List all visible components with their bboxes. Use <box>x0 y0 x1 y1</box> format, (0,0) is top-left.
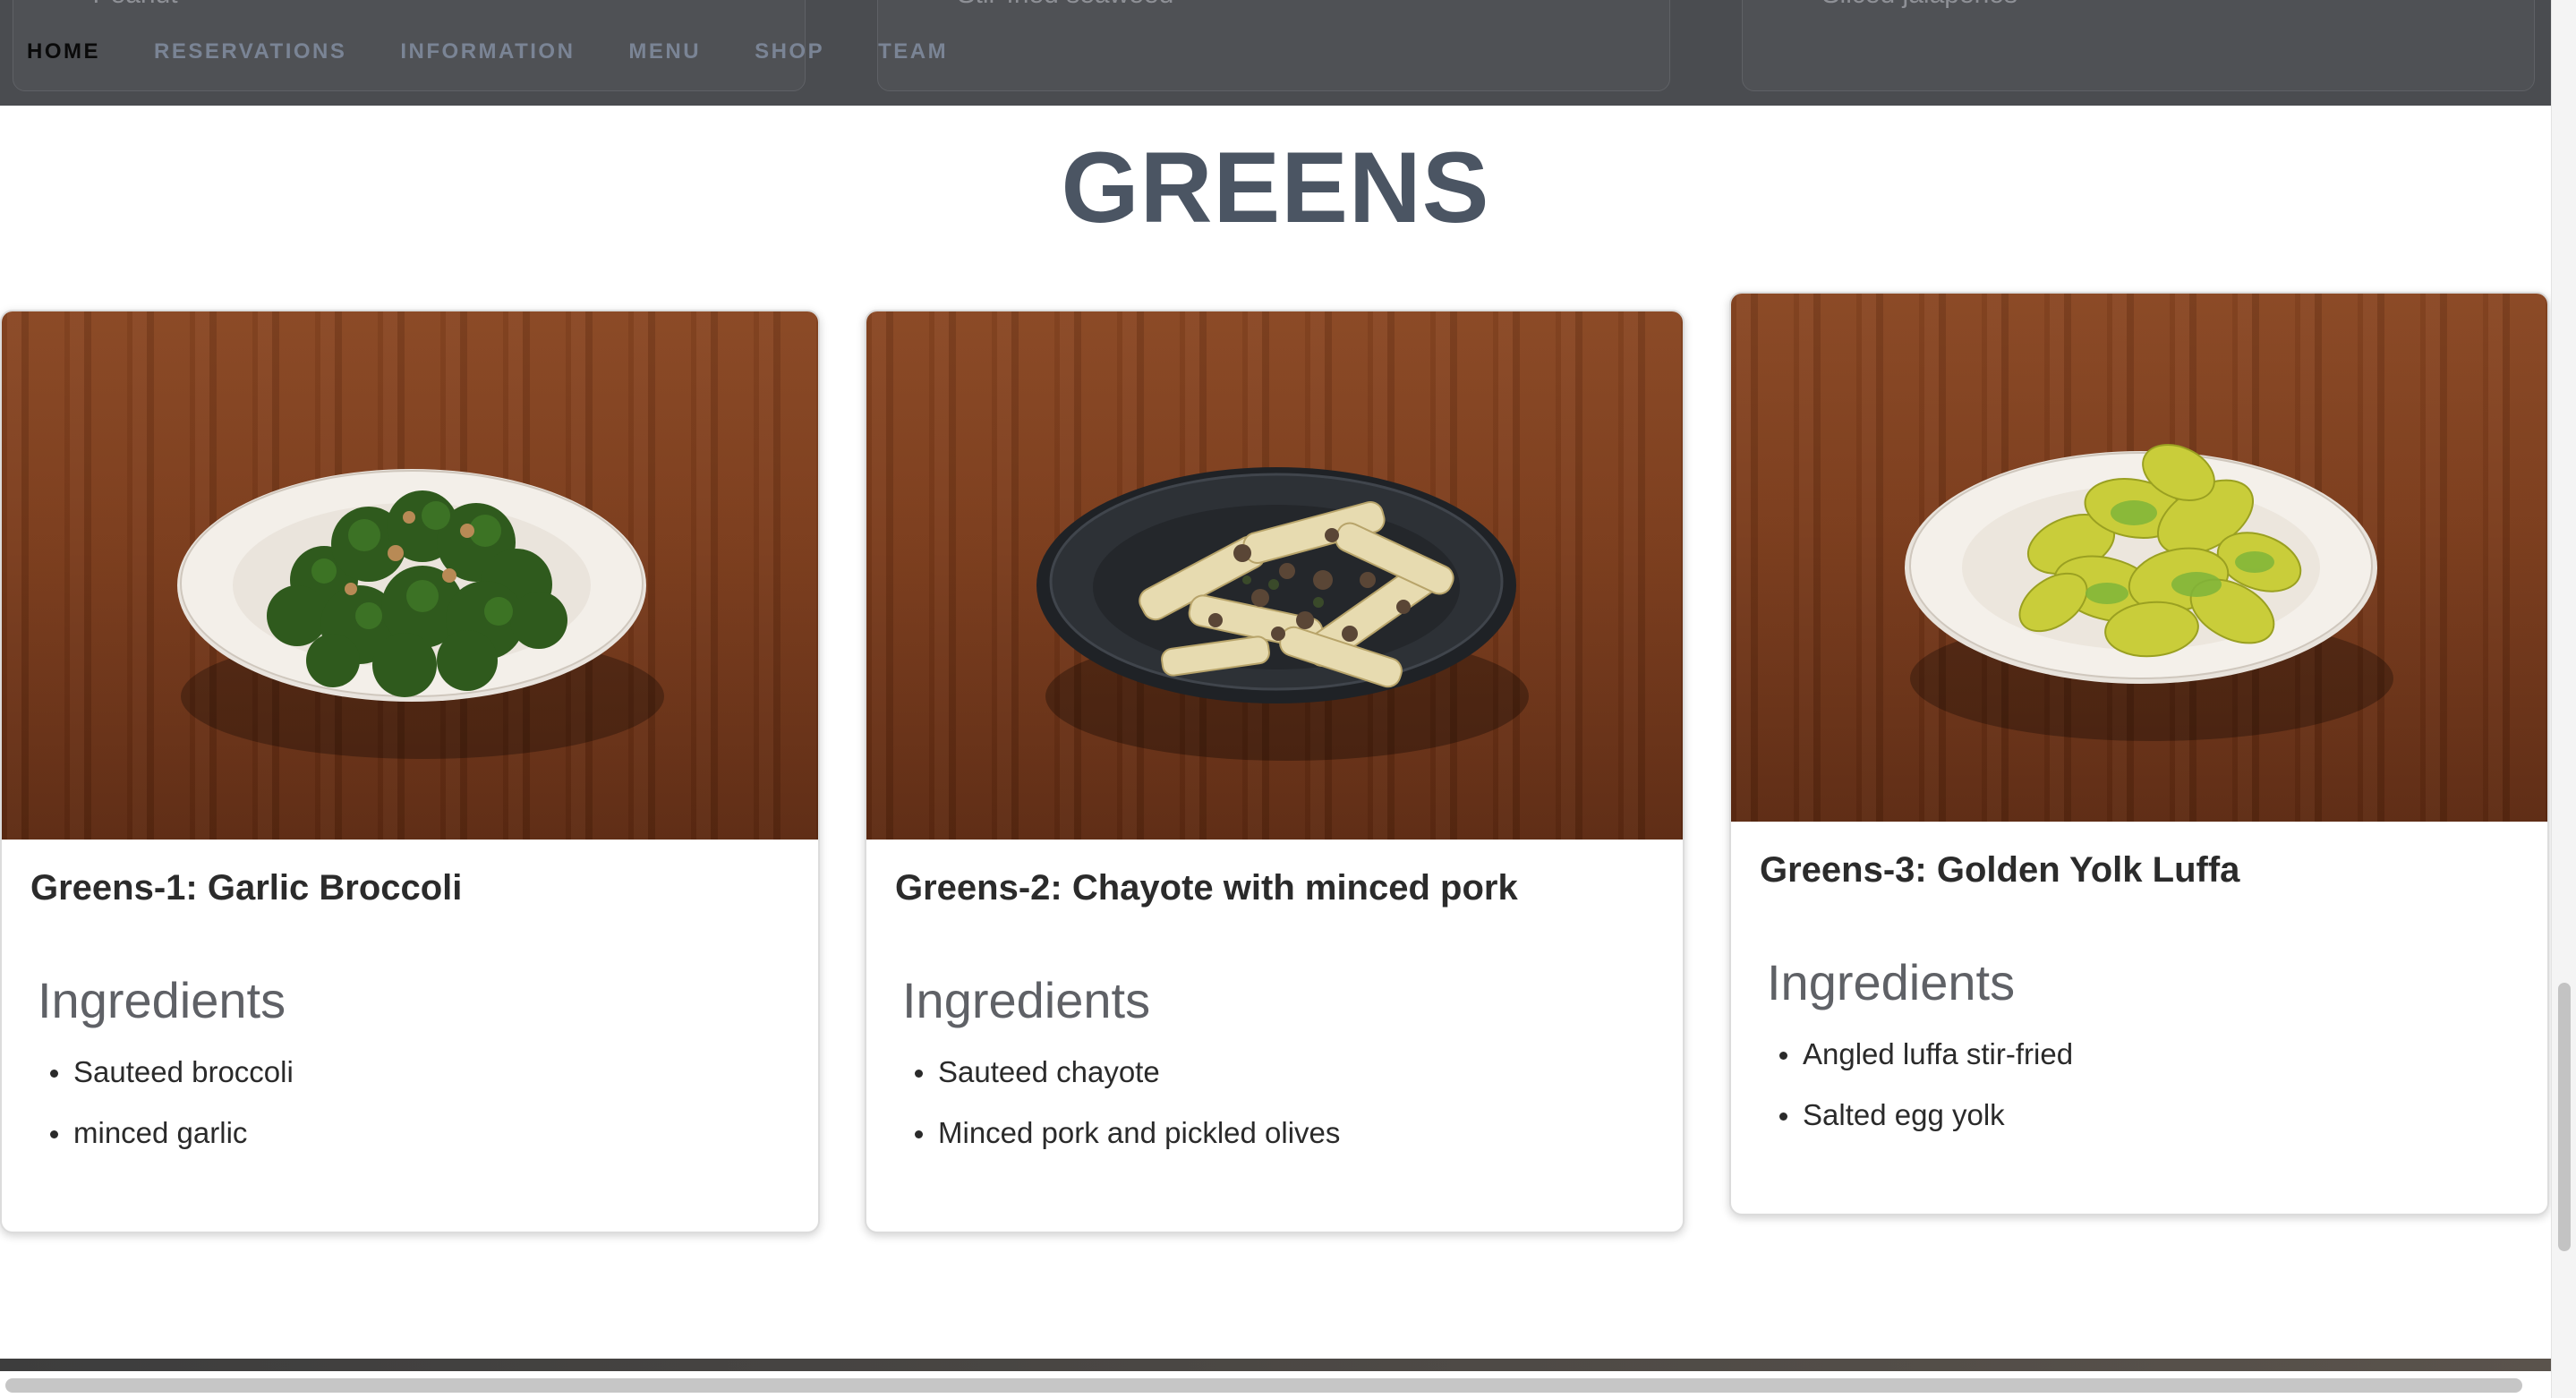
previous-card-bullet: Peanut <box>60 0 178 10</box>
dish-card-greens-1: Greens-1: Garlic Broccoli Ingredients Sa… <box>0 310 820 1233</box>
vertical-scrollbar-thumb[interactable] <box>2558 983 2571 1251</box>
previous-card-bullet: Sliced jalapenos <box>1789 0 2017 10</box>
nav-link-home[interactable]: HOME <box>27 39 100 64</box>
previous-card-3: Sliced jalapenos <box>1742 0 2535 91</box>
dish-title: Greens-1: Garlic Broccoli <box>30 868 463 908</box>
ingredient-item: Sauteed broccoli <box>2 1054 818 1090</box>
previous-card-bullet: Stir-fried seaweed <box>925 0 1174 10</box>
nav-link-menu[interactable]: MENU <box>628 39 701 64</box>
luffa-plate-icon <box>1905 444 2393 741</box>
horizontal-scrollbar-thumb[interactable] <box>5 1378 2522 1393</box>
ingredient-item: minced garlic <box>2 1115 818 1151</box>
ingredient-item: Angled luffa stir-fried <box>1731 1036 2547 1072</box>
ingredients-list: Angled luffa stir-fried Salted egg yolk <box>1731 1036 2547 1214</box>
chayote-plate-icon <box>1036 467 1529 761</box>
dish-image-broccoli <box>2 311 818 840</box>
top-nav-bar: Peanut Stir-fried seaweed Sliced jalapen… <box>0 0 2551 106</box>
horizontal-scrollbar[interactable] <box>0 1371 2551 1398</box>
ingredient-item: Sauteed chayote <box>866 1054 1683 1090</box>
dish-title: Greens-3: Golden Yolk Luffa <box>1760 850 2240 890</box>
section-title: GREENS <box>1061 132 1490 243</box>
nav-link-shop[interactable]: SHOP <box>755 39 824 64</box>
ingredients-heading: Ingredients <box>902 972 1151 1028</box>
dish-image-chayote <box>866 311 1683 840</box>
dish-image-luffa <box>1731 294 2547 822</box>
broccoli-plate-icon <box>177 469 664 759</box>
dish-title: Greens-2: Chayote with minced pork <box>895 868 1518 908</box>
footer-edge <box>0 1359 2551 1371</box>
nav-link-information[interactable]: INFORMATION <box>400 39 575 64</box>
ingredients-list: Sauteed chayote Minced pork and pickled … <box>866 1054 1683 1232</box>
ingredients-heading: Ingredients <box>1767 954 2016 1010</box>
main-nav: HOME RESERVATIONS INFORMATION MENU SHOP … <box>27 34 948 70</box>
dish-card-greens-2: Greens-2: Chayote with minced pork Ingre… <box>865 310 1685 1233</box>
ingredient-item: Minced pork and pickled olives <box>866 1115 1683 1151</box>
nav-link-team[interactable]: TEAM <box>878 39 948 64</box>
page: Peanut Stir-fried seaweed Sliced jalapen… <box>0 0 2576 1398</box>
ingredients-heading: Ingredients <box>38 972 286 1028</box>
dish-card-greens-3: Greens-3: Golden Yolk Luffa Ingredients … <box>1729 292 2549 1215</box>
nav-link-reservations[interactable]: RESERVATIONS <box>154 39 346 64</box>
previous-card-2: Stir-fried seaweed <box>877 0 1670 91</box>
vertical-scrollbar[interactable] <box>2551 0 2576 1398</box>
main-content: Peanut Stir-fried seaweed Sliced jalapen… <box>0 0 2551 1398</box>
ingredient-item: Salted egg yolk <box>1731 1097 2547 1133</box>
ingredients-list: Sauteed broccoli minced garlic <box>2 1054 818 1232</box>
